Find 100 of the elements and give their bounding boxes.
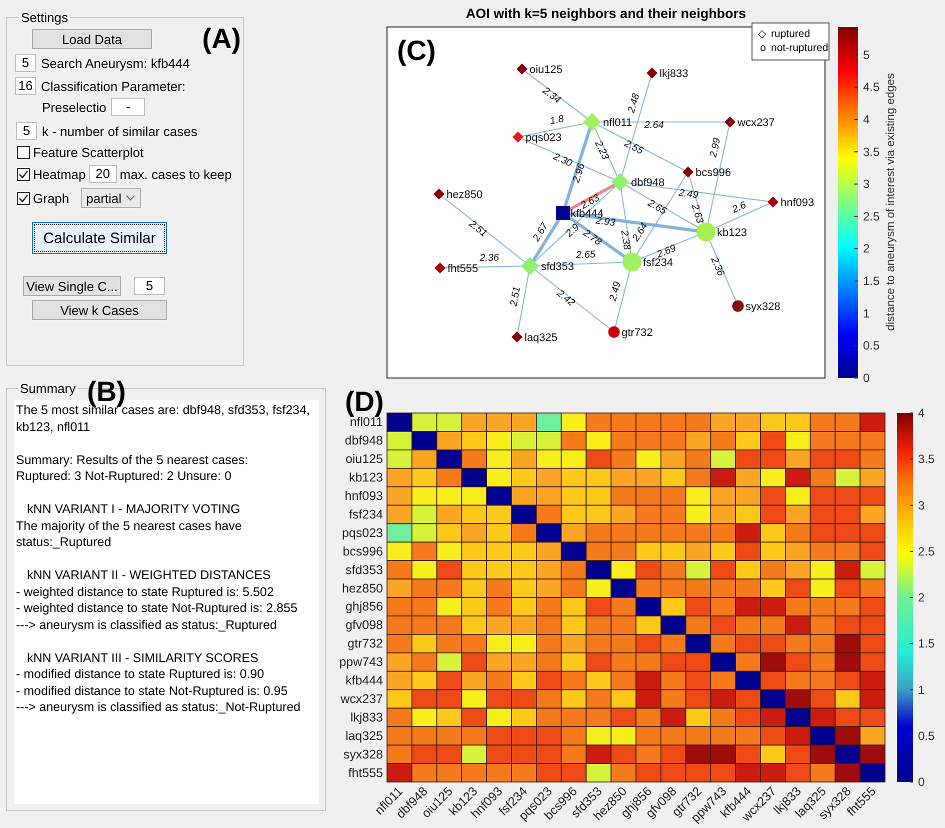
row-label: wcx237: [340, 692, 383, 706]
edge-weight-label: 2.65: [646, 198, 668, 218]
row-label: kfb444: [345, 674, 383, 688]
edge-weight-label: 2.30: [551, 152, 574, 170]
summary-line: Summary: Results of the 5 nearest cases:: [16, 452, 250, 468]
node-label: hnf093: [780, 197, 814, 209]
view-k-cases-button[interactable]: View k Cases: [32, 300, 167, 320]
number-field[interactable]: 5: [134, 277, 165, 295]
colorbar-tick: 2.5: [918, 544, 935, 558]
panel-title: Settings: [20, 10, 69, 25]
edge-weight-label: 2.99: [708, 137, 724, 158]
colorbar-tick: 3.5: [918, 452, 935, 466]
row-label: gfv098: [345, 618, 383, 632]
node-label: nfl011: [603, 117, 632, 129]
row-label: laq325: [345, 728, 383, 743]
summary-line: - weighted distance to state Ruptured is: 5.502: [16, 584, 275, 600]
field-label: max. cases to keep: [120, 166, 232, 182]
row-label: lkj833: [350, 710, 383, 724]
row-label: gtr732: [348, 636, 383, 651]
section-heading: kNN VARIANT II - WEIGHTED DISTANCES: [26, 567, 272, 584]
colorbar-tick: 2: [918, 590, 925, 604]
node-label: syx328: [746, 301, 780, 313]
colorbar-tick: 5: [863, 48, 870, 62]
row-label: bcs996: [342, 544, 383, 558]
panel-letter: (C): [397, 35, 436, 66]
summary-line: ---> aneurysm is classified as status:_Ruptured: [16, 616, 278, 633]
colorbar-tick: 1: [863, 306, 870, 320]
colorbar-tick: 0.5: [863, 338, 880, 353]
edge-weight-label: 2.42: [554, 288, 577, 309]
calculate-similar-button[interactable]: Calculate Similar: [32, 222, 167, 254]
edge-weight-label: 2.64: [644, 120, 664, 131]
row-label: kb123: [348, 470, 383, 485]
number-field[interactable]: 16: [15, 77, 36, 95]
field-label: k - number of similar cases: [42, 124, 198, 138]
colorbar-tick: 1.5: [863, 274, 880, 288]
checkbox-label: Feature Scatterplot: [33, 145, 144, 160]
checkbox-label: Graph: [33, 190, 70, 206]
node-label: bcs996: [696, 167, 731, 179]
number-field[interactable]: 20: [88, 165, 117, 183]
node-label: fsf234: [643, 257, 673, 269]
colorbar-tick: 1: [918, 682, 925, 697]
number-field[interactable]: 5: [15, 54, 36, 72]
edge-weight-label: 2.36: [479, 252, 500, 264]
colorbar-tick: 3.5: [863, 144, 880, 159]
section-heading: kNN VARIANT III - SIMILARITY SCORES: [26, 650, 260, 666]
summary-line: The majority of the 5 nearest cases have: [16, 518, 243, 534]
row-label: fsf234: [348, 507, 383, 522]
row-label: hez850: [342, 581, 383, 596]
row-label: pqs023: [342, 526, 383, 540]
graph-mode-dropdown[interactable]: partial: [81, 188, 142, 208]
edge-weight-label: 2.36: [708, 256, 726, 278]
edge-weight-label: 2.49: [678, 188, 699, 202]
node-label: kb123: [717, 227, 747, 239]
row-label: hnf093: [344, 489, 383, 504]
node-label: hez850: [446, 189, 483, 201]
panel-letter: (A): [202, 25, 241, 53]
summary-line: ---> aneurysm is classified as status:_Not-Ruptured: [16, 699, 302, 716]
summary-line: - weighted distance to state Not-Ruptured is: 2.855: [16, 600, 298, 616]
edge-weight-label: 2.34: [540, 85, 562, 106]
edge-weight-label: 1.8: [549, 114, 565, 128]
row-label: dbf948: [344, 434, 383, 448]
colorbar-tick: 4: [863, 112, 870, 126]
node-label: laq325: [524, 332, 558, 344]
node-label: sfd353: [541, 261, 574, 273]
panel-title: Summary: [19, 381, 77, 396]
colorbar-tick: 3: [863, 177, 870, 192]
checkbox-label: Heatmap: [33, 166, 86, 182]
load-data-button[interactable]: Load Data: [32, 29, 152, 49]
legend-symbol: ◇: [758, 28, 766, 40]
node-label: dbf948: [631, 177, 665, 189]
section-heading: kNN VARIANT I - MAJORITY VOTING: [26, 501, 242, 518]
view-single-case-button[interactable]: View Single C...: [23, 276, 121, 296]
colorbar-tick: 0.5: [918, 728, 935, 743]
summary-line: - modified distance to state Not-Ruptured is: 0.95: [16, 682, 289, 699]
row-label: ppw743: [339, 655, 383, 670]
summary-line: - modified distance to state Ruptured is: 0.90: [16, 666, 266, 682]
graph-title: AOI with k=5 neighbors and their neighbors: [466, 6, 746, 21]
node-label: fht555: [448, 263, 478, 275]
node-label: wcx237: [738, 117, 775, 129]
colorbar-tick: 0: [863, 371, 870, 385]
node-label: pqs023: [526, 132, 562, 144]
field-label: Preselectio: [42, 100, 106, 114]
number-field[interactable]: 5: [16, 122, 37, 140]
field-label: Search Aneurysm: kfb444: [41, 56, 190, 70]
colorbar-tick: 4: [918, 406, 925, 420]
text-field[interactable]: -: [111, 98, 146, 116]
colorbar-label: distance to aneurysm of interest via existing edges: [885, 73, 897, 331]
edge-weight-label: 2.65: [576, 249, 596, 262]
node-label: gtr732: [622, 327, 653, 339]
colorbar-tick: 1.5: [918, 636, 935, 651]
summary-line: status:_Ruptured: [16, 534, 112, 550]
edge-weight-label: 2.51: [508, 286, 523, 307]
row-label: sfd353: [345, 562, 383, 577]
edge-weight-label: 2.49: [608, 280, 624, 302]
edge-weight-label: 2.6: [730, 200, 748, 216]
edge-weight-label: 2.96: [571, 162, 588, 184]
colorbar-tick: 0: [918, 775, 925, 789]
panel-letter: (D): [345, 386, 384, 417]
field-label: Classification Parameter:: [41, 78, 186, 94]
node-label: oiu125: [530, 64, 563, 76]
